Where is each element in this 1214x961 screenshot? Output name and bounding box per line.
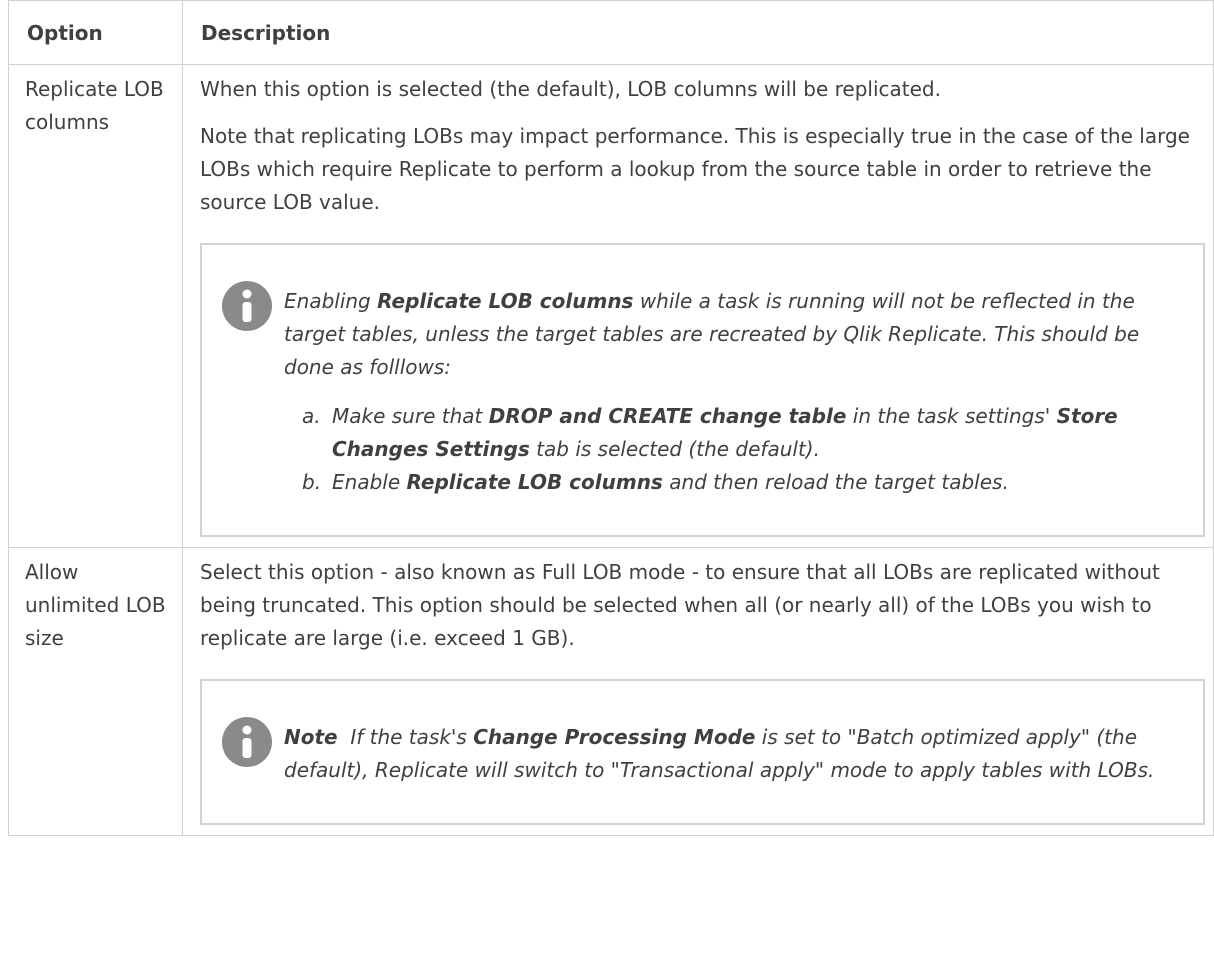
list-marker: a. [302,404,321,428]
note-emphasis: Replicate LOB columns [377,289,634,313]
info-icon [222,717,272,767]
table-header-row: Option Description [8,0,1214,65]
description-paragraph: Select this option - also known as Full … [200,560,1160,650]
list-marker: b. [302,470,322,494]
description-cell: When this option is selected (the defaul… [182,64,1214,548]
description-paragraph: When this option is selected (the defaul… [200,77,941,101]
option-label: Allow unlimited LOB size [25,560,166,650]
list-item: b. Enable Replicate LOB columns and then… [284,466,1179,499]
info-icon [222,281,272,331]
list-item: a. Make sure that DROP and CREATE change… [284,400,1179,466]
description-cell: Select this option - also known as Full … [182,547,1214,836]
options-table: Option Description Replicate LOB columns… [8,0,1214,836]
option-label: Replicate LOB columns [25,77,164,134]
option-cell: Replicate LOB columns [8,64,183,548]
header-description: Description [182,0,1214,65]
note-label: Note [284,725,338,749]
note-text: Enabling Replicate LOB columns while a t… [284,289,1140,379]
steps-list: a. Make sure that DROP and CREATE change… [284,400,1179,499]
option-cell: Allow unlimited LOB size [8,547,183,836]
table-row: Allow unlimited LOB size Select this opt… [8,547,1214,836]
description-paragraph: Note that replicating LOBs may impact pe… [200,124,1190,214]
note-box: Note If the task's Change Processing Mod… [200,679,1205,825]
header-option: Option [8,0,183,65]
table-row: Replicate LOB columns When this option i… [8,64,1214,548]
note-emphasis: Change Processing Mode [473,725,756,749]
note-box: Enabling Replicate LOB columns while a t… [200,243,1205,537]
note-text: Note If the task's Change Processing Mod… [284,725,1155,782]
